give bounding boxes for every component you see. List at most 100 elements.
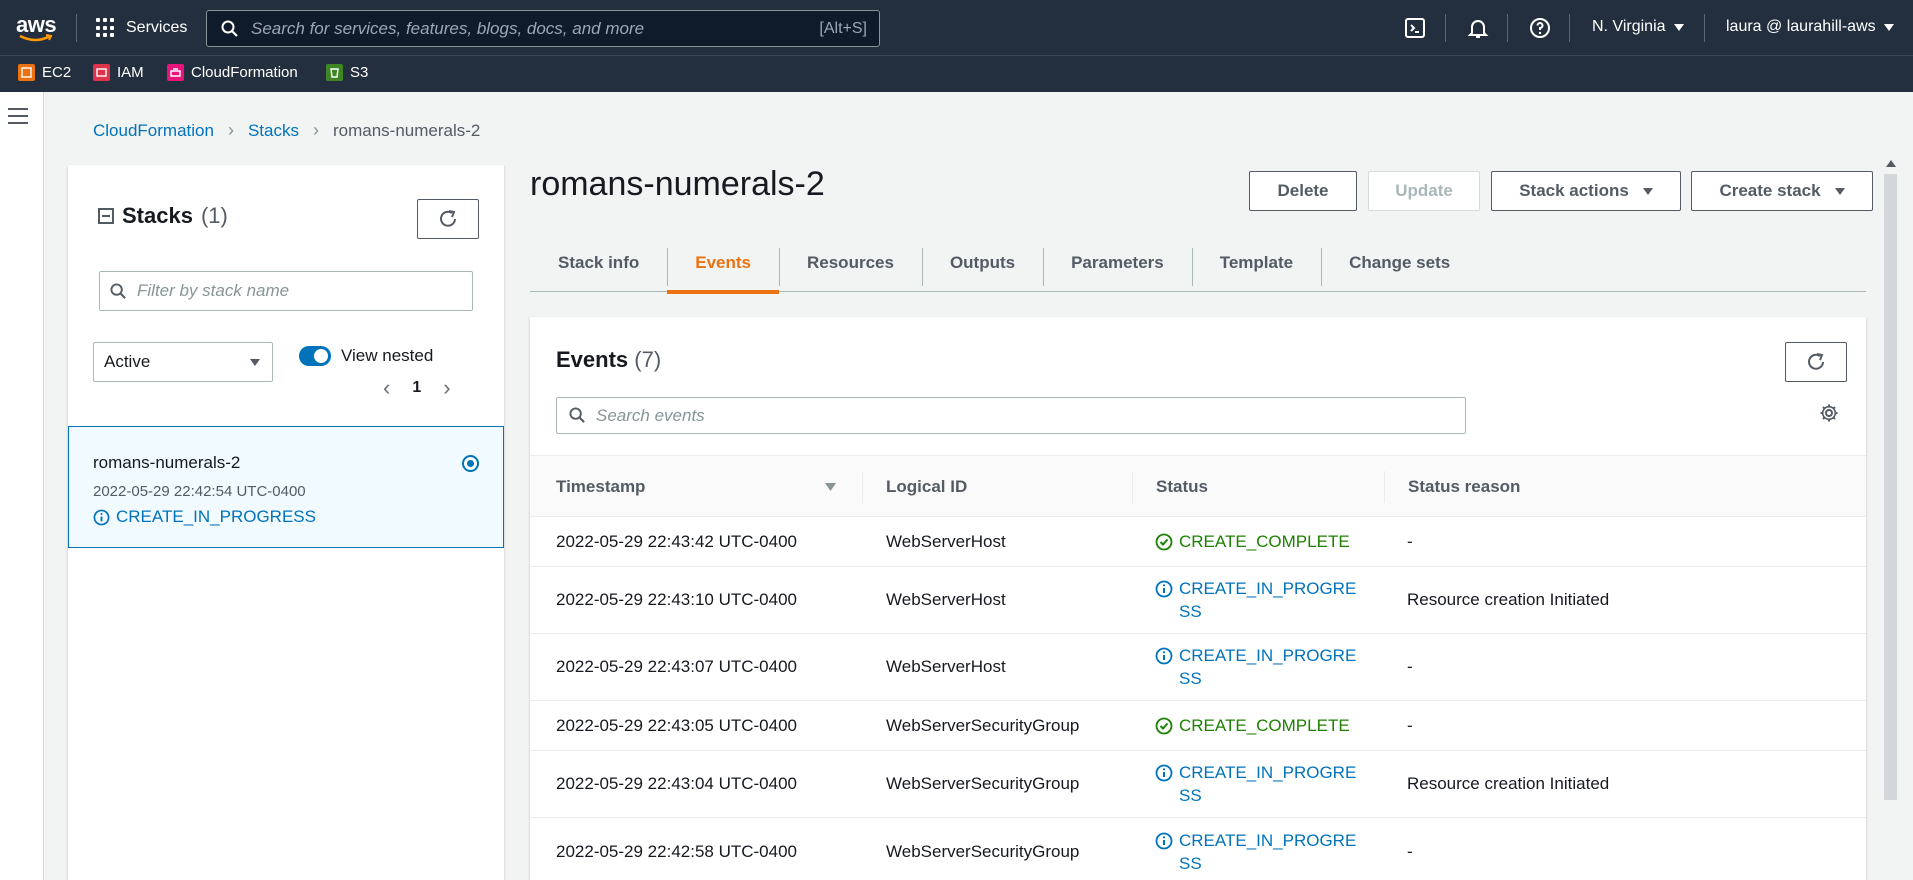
favorite-cloudformation[interactable]: CloudFormation bbox=[167, 64, 298, 81]
event-timestamp: 2022-05-29 22:42:58 UTC-0400 bbox=[556, 841, 797, 861]
favorite-s3[interactable]: S3 bbox=[326, 64, 368, 81]
tab-change-sets[interactable]: Change sets bbox=[1321, 234, 1478, 292]
column-header-timestamp[interactable]: Timestamp bbox=[556, 456, 645, 518]
column-header-logical-id[interactable]: Logical ID bbox=[886, 456, 967, 518]
success-check-icon bbox=[1155, 533, 1173, 550]
view-nested-label: View nested bbox=[341, 346, 434, 365]
view-nested-switch[interactable] bbox=[299, 346, 331, 366]
aws-smile-icon bbox=[19, 34, 53, 42]
favorite-label: S3 bbox=[350, 64, 369, 81]
iam-service-icon bbox=[93, 64, 110, 81]
stack-list-item[interactable]: romans-numerals-2 2022-05-29 22:42:54 UT… bbox=[68, 426, 504, 548]
tab-template[interactable]: Template bbox=[1191, 234, 1321, 292]
event-status: CREATE_IN_PROGRESS bbox=[1155, 634, 1359, 700]
tab-parameters[interactable]: Parameters bbox=[1043, 234, 1192, 292]
column-header-status[interactable]: Status bbox=[1156, 456, 1208, 518]
cloudshell-icon[interactable] bbox=[1403, 16, 1427, 40]
page-title: romans-numerals-2 bbox=[530, 165, 825, 203]
breadcrumb-cloudformation[interactable]: CloudFormation bbox=[93, 121, 214, 141]
event-timestamp: 2022-05-29 22:43:04 UTC-0400 bbox=[556, 774, 797, 793]
sort-descending-icon[interactable] bbox=[824, 482, 837, 492]
aws-logo[interactable]: aws bbox=[16, 12, 57, 44]
event-logical-id: WebServerHost bbox=[886, 531, 1006, 551]
caret-down-icon bbox=[250, 358, 260, 366]
favorite-ec2[interactable]: EC2 bbox=[18, 64, 71, 81]
search-icon bbox=[569, 407, 585, 423]
tab-stack-info[interactable]: Stack info bbox=[530, 234, 667, 292]
next-page-icon[interactable]: › bbox=[443, 375, 450, 401]
events-table-header: Timestamp Logical ID Status Status reaso… bbox=[530, 455, 1866, 517]
services-menu-button[interactable]: Services bbox=[96, 14, 187, 42]
search-events-input[interactable]: Search events bbox=[556, 397, 1466, 434]
search-events-placeholder: Search events bbox=[596, 405, 705, 425]
favorite-label: EC2 bbox=[42, 64, 72, 81]
stack-select-radio[interactable] bbox=[462, 455, 479, 472]
event-logical-id: WebServerHost bbox=[886, 590, 1006, 609]
current-page[interactable]: 1 bbox=[412, 379, 421, 397]
stack-status-text: CREATE_IN_PROGRESS bbox=[116, 507, 316, 526]
event-status: CREATE_IN_PROGRESS bbox=[1155, 818, 1359, 880]
table-row: 2022-05-29 22:43:05 UTC-0400 WebServerSe… bbox=[530, 701, 1866, 751]
region-selector[interactable]: N. Virginia bbox=[1592, 18, 1684, 36]
event-status-reason: - bbox=[1407, 531, 1413, 551]
help-icon[interactable] bbox=[1528, 16, 1552, 40]
scroll-up-arrow[interactable] bbox=[1886, 160, 1896, 167]
stacks-pagination: ‹ 1 › bbox=[383, 375, 451, 401]
stacks-title: Stacks bbox=[122, 203, 193, 228]
refresh-events-button[interactable] bbox=[1785, 342, 1847, 382]
stack-timestamp: 2022-05-29 22:42:54 UTC-0400 bbox=[93, 483, 306, 500]
collapse-panel-icon[interactable] bbox=[98, 208, 114, 224]
info-icon bbox=[93, 509, 110, 525]
notifications-bell-icon[interactable] bbox=[1466, 16, 1490, 40]
search-icon bbox=[110, 282, 126, 299]
chevron-right-icon: › bbox=[227, 120, 234, 140]
event-status-text: CREATE_COMPLETE bbox=[1179, 716, 1350, 735]
nav-divider bbox=[1507, 14, 1508, 42]
services-label: Services bbox=[126, 19, 188, 36]
info-icon bbox=[1155, 764, 1173, 782]
delete-button[interactable]: Delete bbox=[1249, 171, 1357, 211]
column-header-label: Logical ID bbox=[886, 477, 968, 496]
nav-divider bbox=[1445, 14, 1446, 42]
update-button[interactable]: Update bbox=[1368, 171, 1480, 211]
table-row: 2022-05-29 22:42:58 UTC-0400 WebServerSe… bbox=[530, 818, 1866, 880]
tab-resources[interactable]: Resources bbox=[779, 234, 922, 292]
hamburger-menu-icon[interactable] bbox=[8, 108, 28, 124]
view-nested-toggle: View nested bbox=[299, 346, 433, 366]
column-divider bbox=[1384, 471, 1385, 503]
refresh-stacks-button[interactable] bbox=[417, 199, 479, 239]
filter-stacks-input[interactable]: Filter by stack name bbox=[99, 271, 473, 311]
event-logical-id: WebServerHost bbox=[886, 657, 1006, 676]
tab-events[interactable]: Events bbox=[667, 234, 779, 294]
favorite-iam[interactable]: IAM bbox=[93, 64, 144, 81]
breadcrumb-stacks[interactable]: Stacks bbox=[248, 121, 299, 141]
table-row: 2022-05-29 22:43:04 UTC-0400 WebServerSe… bbox=[530, 751, 1866, 818]
breadcrumb: CloudFormation › Stacks › romans-numeral… bbox=[93, 120, 480, 141]
stacks-header: Stacks (1) bbox=[98, 203, 228, 229]
caret-down-icon bbox=[1834, 187, 1845, 195]
column-header-status-reason[interactable]: Status reason bbox=[1408, 456, 1520, 518]
search-icon bbox=[221, 20, 238, 37]
settings-gear-icon[interactable] bbox=[1819, 403, 1839, 423]
stack-name: romans-numerals-2 bbox=[93, 453, 241, 472]
favorites-bar: EC2 IAM CloudFormation S3 bbox=[0, 55, 1913, 92]
event-logical-id: WebServerSecurityGroup bbox=[886, 774, 1080, 793]
account-menu[interactable]: laura @ laurahill-aws bbox=[1726, 18, 1894, 36]
prev-page-icon[interactable]: ‹ bbox=[383, 375, 390, 401]
column-header-label: Timestamp bbox=[556, 477, 646, 496]
global-search-input[interactable]: Search for services, features, blogs, do… bbox=[206, 10, 880, 47]
stack-status: CREATE_IN_PROGRESS bbox=[93, 507, 316, 527]
stack-status-select[interactable]: Active bbox=[93, 342, 273, 382]
table-row: 2022-05-29 22:43:10 UTC-0400 WebServerHo… bbox=[530, 567, 1866, 634]
column-divider bbox=[862, 471, 863, 503]
event-status-text: CREATE_IN_PROGRESS bbox=[1179, 579, 1357, 621]
page-scrollbar-thumb[interactable] bbox=[1884, 174, 1897, 800]
stack-actions-button[interactable]: Stack actions bbox=[1491, 171, 1681, 211]
tab-outputs[interactable]: Outputs bbox=[921, 234, 1043, 292]
success-check-icon bbox=[1155, 717, 1173, 734]
event-status: CREATE_IN_PROGRESS bbox=[1155, 567, 1359, 633]
event-status-reason: - bbox=[1407, 841, 1413, 861]
events-count: (7) bbox=[634, 347, 662, 372]
nav-divider bbox=[1704, 14, 1705, 42]
create-stack-button[interactable]: Create stack bbox=[1691, 171, 1873, 211]
